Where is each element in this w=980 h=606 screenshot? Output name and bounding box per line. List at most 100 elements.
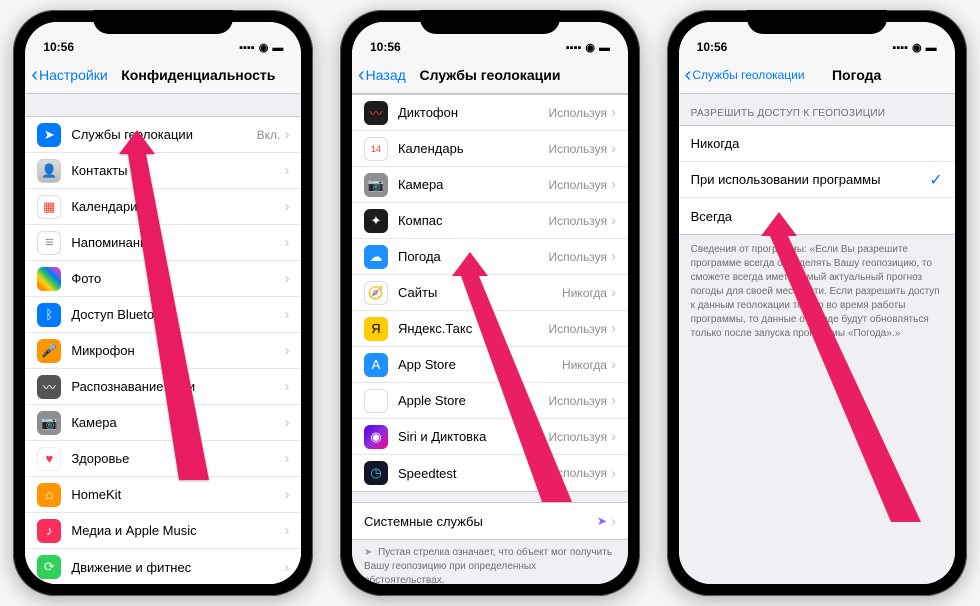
content[interactable]: 〰 Диктофон Используя › 14 Календарь Испо… <box>352 94 628 584</box>
row-fitness[interactable]: ⟳ Движение и фитнес › <box>25 549 301 584</box>
row-camera[interactable]: 📷 Камера Используя › <box>352 167 628 203</box>
row-location-services[interactable]: ➤ Службы геолокации Вкл. › <box>25 117 301 153</box>
dictaphone-icon: 〰 <box>364 101 388 125</box>
chevron-right-icon: › <box>611 513 616 530</box>
row-detail: Никогда <box>562 286 607 300</box>
battery-icon: ▬ <box>926 42 937 54</box>
wifi-icon: ◉ <box>912 41 922 54</box>
row-camera[interactable]: 📷 Камера › <box>25 405 301 441</box>
row-detail: Используя <box>548 250 607 264</box>
row-label: Apple Store <box>398 393 548 408</box>
row-siri[interactable]: ◉ Siri и Диктовка Используя › <box>352 419 628 455</box>
row-photos[interactable]: Фото › <box>25 261 301 297</box>
screen: 10:56 ▪▪▪▪ ◉ ▬ ‹ Настройки Конфиденциаль… <box>25 22 301 584</box>
row-media[interactable]: ♪ Медиа и Apple Music › <box>25 513 301 549</box>
row-dictaphone[interactable]: 〰 Диктофон Используя › <box>352 95 628 131</box>
row-label: Контакты <box>71 163 284 178</box>
option-always[interactable]: Всегда <box>679 198 955 234</box>
photos-icon <box>37 267 61 291</box>
contacts-icon: 👤 <box>37 159 61 183</box>
row-detail: Используя <box>548 178 607 192</box>
chevron-right-icon: › <box>611 392 616 409</box>
row-label: Микрофон <box>71 343 284 358</box>
option-never[interactable]: Никогда <box>679 126 955 162</box>
row-applestore[interactable]: Apple Store Используя › <box>352 383 628 419</box>
row-compass[interactable]: ✦ Компас Используя › <box>352 203 628 239</box>
chevron-right-icon: › <box>611 284 616 301</box>
row-label: Системные службы <box>364 514 597 529</box>
row-speech[interactable]: 〰 Распознавание речи › <box>25 369 301 405</box>
row-bluetooth[interactable]: ᛒ Доступ Bluetooth › <box>25 297 301 333</box>
status-right: ▪▪▪▪ ◉ ▬ <box>239 41 283 54</box>
chevron-right-icon: › <box>284 450 289 467</box>
row-contacts[interactable]: 👤 Контакты › <box>25 153 301 189</box>
status-right: ▪▪▪▪ ◉ ▬ <box>566 41 610 54</box>
row-label: Siri и Диктовка <box>398 429 548 444</box>
nav-back-button[interactable]: ‹ Назад <box>358 65 406 85</box>
row-label: Движение и фитнес <box>71 560 284 575</box>
chevron-left-icon: ‹ <box>685 65 692 85</box>
row-yandex[interactable]: Я Яндекс.Такс Используя › <box>352 311 628 347</box>
calendar-icon: 14 <box>364 137 388 161</box>
row-homekit[interactable]: ⌂ HomeKit › <box>25 477 301 513</box>
music-icon: ♪ <box>37 519 61 543</box>
phone-weather-permission: 10:56 ▪▪▪▪ ◉ ▬ ‹ Службы геолокации Погод… <box>667 10 967 596</box>
screen: 10:56 ▪▪▪▪ ◉ ▬ ‹ Службы геолокации Погод… <box>679 22 955 584</box>
row-reminders[interactable]: Напоминания › <box>25 225 301 261</box>
nav-back-label: Службы геолокации <box>692 68 804 82</box>
row-microphone[interactable]: 🎤 Микрофон › <box>25 333 301 369</box>
option-label: Никогда <box>691 136 943 151</box>
row-speedtest[interactable]: ◷ Speedtest Используя › <box>352 455 628 491</box>
battery-icon: ▬ <box>599 42 610 54</box>
chevron-right-icon: › <box>611 140 616 157</box>
row-label: Доступ Bluetooth <box>71 307 284 322</box>
chevron-right-icon: › <box>284 162 289 179</box>
row-label: Напоминания <box>71 235 284 250</box>
wifi-icon: ◉ <box>585 41 595 54</box>
chevron-right-icon: › <box>611 465 616 482</box>
row-appstore[interactable]: A App Store Никогда › <box>352 347 628 383</box>
chevron-right-icon: › <box>611 356 616 373</box>
nav-back-button[interactable]: ‹ Настройки <box>31 65 107 85</box>
row-safari[interactable]: 🧭 Сайты Никогда › <box>352 275 628 311</box>
group-header: РАЗРЕШИТЬ ДОСТУП К ГЕОПОЗИЦИИ <box>679 94 955 125</box>
compass-icon: ✦ <box>364 209 388 233</box>
row-label: Службы геолокации <box>71 127 256 142</box>
chevron-right-icon: › <box>284 486 289 503</box>
chevron-right-icon: › <box>611 176 616 193</box>
row-label: HomeKit <box>71 487 284 502</box>
row-label: Распознавание речи <box>71 379 284 394</box>
legend-empty: Пустая стрелка означает, что объект мог … <box>364 547 612 584</box>
nav-bar: ‹ Настройки Конфиденциальность <box>25 56 301 94</box>
option-label: При использовании программы <box>691 172 930 187</box>
chevron-right-icon: › <box>611 104 616 121</box>
appstore-icon: A <box>364 353 388 377</box>
row-calendars[interactable]: ▦ Календари › <box>25 189 301 225</box>
row-detail: Используя <box>548 466 607 480</box>
row-detail: Используя <box>548 106 607 120</box>
option-while-using[interactable]: При использовании программы ✓ <box>679 162 955 198</box>
chevron-right-icon: › <box>284 270 289 287</box>
chevron-left-icon: ‹ <box>31 65 38 85</box>
screen: 10:56 ▪▪▪▪ ◉ ▬ ‹ Назад Службы геолокации… <box>352 22 628 584</box>
row-health[interactable]: Здоровье › <box>25 441 301 477</box>
row-label: Здоровье <box>71 451 284 466</box>
content[interactable]: ➤ Службы геолокации Вкл. › 👤 Контакты › … <box>25 94 301 584</box>
row-calendar[interactable]: 14 Календарь Используя › <box>352 131 628 167</box>
chevron-right-icon: › <box>284 234 289 251</box>
nav-back-button[interactable]: ‹ Службы геолокации <box>685 65 805 85</box>
row-label: Компас <box>398 213 548 228</box>
row-label: Фото <box>71 271 284 286</box>
row-label: Погода <box>398 249 548 264</box>
fitness-icon: ⟳ <box>37 555 61 579</box>
location-indicator-icon: ➤ <box>597 514 607 528</box>
row-system-services[interactable]: Системные службы ➤ › <box>352 503 628 539</box>
yandex-icon: Я <box>364 317 388 341</box>
row-weather[interactable]: ☁ Погода Используя › <box>352 239 628 275</box>
homekit-icon: ⌂ <box>37 483 61 507</box>
siri-icon: ◉ <box>364 425 388 449</box>
content[interactable]: РАЗРЕШИТЬ ДОСТУП К ГЕОПОЗИЦИИ Никогда Пр… <box>679 94 955 584</box>
health-icon <box>37 447 61 471</box>
camera-icon: 📷 <box>364 173 388 197</box>
location-icon: ➤ <box>37 123 61 147</box>
